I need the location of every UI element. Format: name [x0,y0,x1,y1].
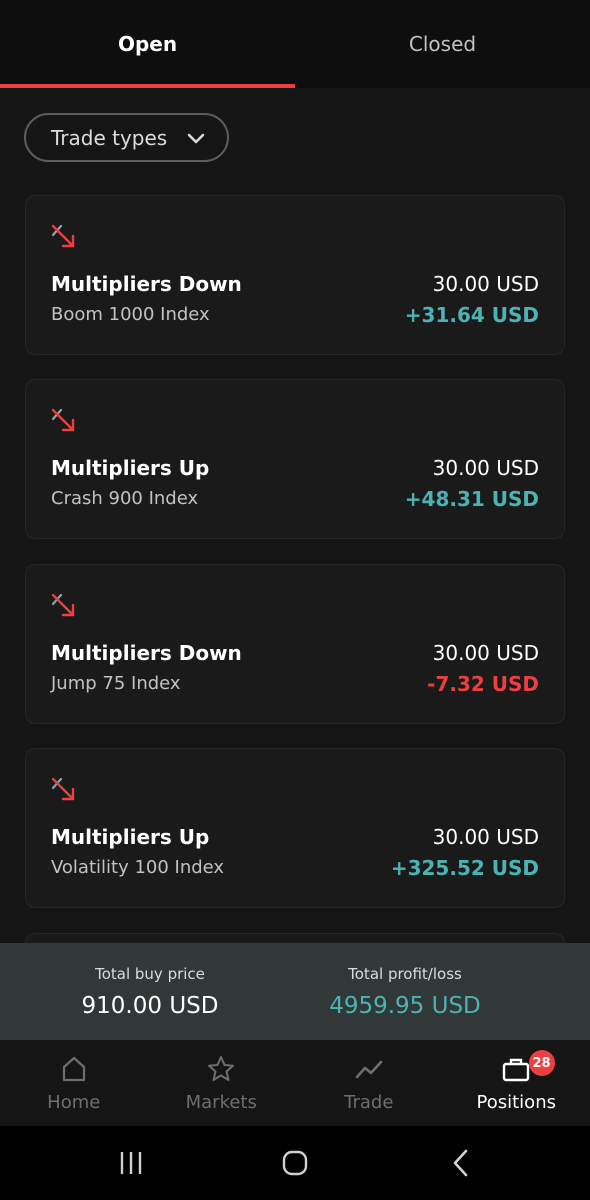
positions-screen: Open Closed Trade types Multipliers Down… [0,0,590,1200]
multipliers-down-icon [51,408,75,432]
back-icon[interactable] [444,1148,478,1178]
bottom-navigation: Home Markets Trade 28 Positions [0,1040,590,1126]
positions-count-badge: 28 [528,1050,555,1076]
position-market: Crash 900 Index [51,488,199,509]
nav-home[interactable]: Home [0,1040,148,1126]
trend-line-icon [355,1060,383,1079]
position-card[interactable]: Multipliers Up Volatility 100 Index 30.0… [25,748,565,908]
total-buy-price-label: Total buy price [95,965,205,983]
recent-apps-icon[interactable] [114,1148,148,1178]
position-card[interactable]: Multipliers Up Crash 900 Index 30.00 USD… [25,379,565,539]
nav-trade-label: Trade [344,1092,394,1113]
position-profit-loss: -7.32 USD [427,672,539,696]
chevron-down-icon [187,133,205,144]
total-profit-loss-label: Total profit/loss [348,965,462,983]
briefcase-icon [503,1058,530,1082]
tab-open-label: Open [117,32,178,56]
nav-home-label: Home [47,1092,101,1113]
position-profit-loss: +31.64 USD [404,303,539,327]
multipliers-down-icon [51,777,75,801]
position-market: Jump 75 Index [51,673,181,694]
home-icon [62,1056,85,1082]
trade-types-filter-button[interactable]: Trade types [24,113,229,162]
position-title: Multipliers Up [51,825,210,849]
tab-closed[interactable]: Closed [295,0,590,88]
multipliers-down-icon [51,593,75,617]
nav-markets[interactable]: Markets [148,1040,296,1126]
position-card[interactable]: Multipliers Down Boom 1000 Index 30.00 U… [25,195,565,355]
home-button-icon[interactable] [278,1148,312,1178]
nav-positions[interactable]: 28 Positions [443,1040,590,1126]
total-buy-price-value: 910.00 USD [81,993,219,1019]
position-card[interactable]: Multipliers Down Jump 75 Index 30.00 USD… [25,564,565,724]
position-title: Multipliers Down [51,641,242,665]
total-profit-loss: Total profit/loss 4959.95 USD [290,943,520,1040]
tab-bar: Open Closed [0,0,590,88]
position-market: Boom 1000 Index [51,304,210,325]
position-profit-loss: +48.31 USD [404,487,539,511]
position-buy-price: 30.00 USD [432,272,539,296]
total-buy-price: Total buy price 910.00 USD [30,943,270,1040]
position-title: Multipliers Up [51,456,210,480]
tab-closed-label: Closed [408,32,477,56]
position-title: Multipliers Down [51,272,242,296]
position-market: Volatility 100 Index [51,857,225,878]
position-buy-price: 30.00 USD [432,825,539,849]
total-profit-loss-value: 4959.95 USD [329,993,481,1019]
multipliers-down-icon [51,224,75,248]
position-profit-loss: +325.52 USD [390,856,539,880]
position-buy-price: 30.00 USD [432,456,539,480]
nav-markets-label: Markets [185,1092,257,1113]
system-navigation-bar [0,1126,590,1200]
nav-trade[interactable]: Trade [295,1040,443,1126]
active-tab-indicator [0,84,295,88]
trade-types-filter-label: Trade types [51,125,168,150]
totals-summary: Total buy price 910.00 USD Total profit/… [0,943,590,1040]
position-buy-price: 30.00 USD [432,641,539,665]
star-icon [208,1056,235,1081]
nav-positions-label: Positions [476,1092,556,1113]
tab-open[interactable]: Open [0,0,295,88]
